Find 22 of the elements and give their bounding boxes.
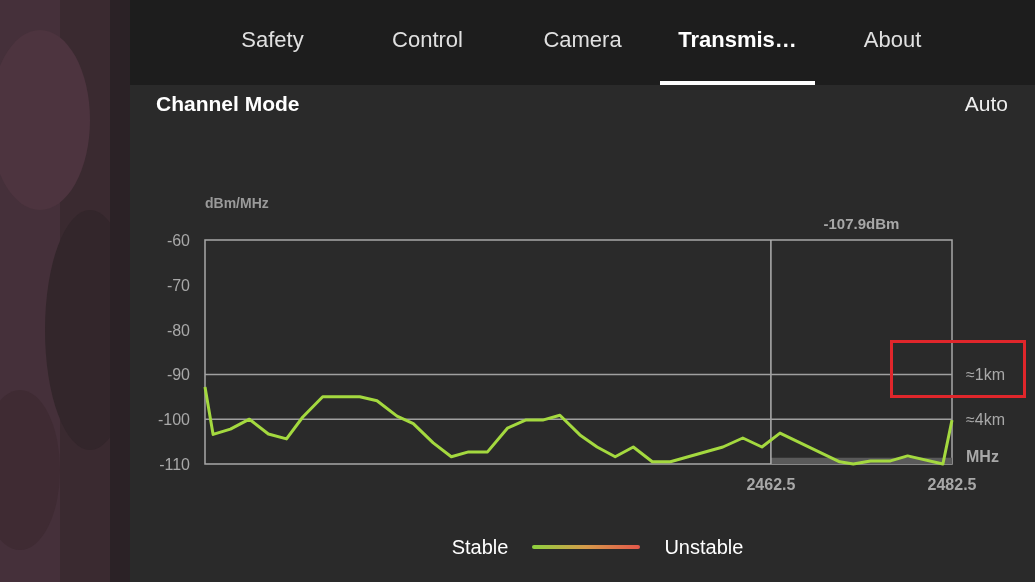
- axis-tick: -60: [166, 232, 190, 249]
- axis-tick: 2462.5: [746, 476, 796, 493]
- setting-label: Channel Mode: [156, 91, 300, 118]
- legend-label: Stable: [451, 535, 509, 560]
- tab[interactable]: Control: [350, 0, 505, 85]
- axis-tick: -80: [166, 321, 190, 339]
- tab[interactable]: Safety: [195, 0, 350, 85]
- setting-value[interactable]: Auto: [964, 88, 1008, 120]
- legend-label: Unstable: [664, 535, 744, 560]
- unit-label: MHz: [966, 448, 999, 465]
- tab[interactable]: About: [815, 0, 970, 85]
- axis-tick: -100: [157, 411, 190, 429]
- range-label: ≈4km: [966, 411, 1005, 429]
- axis-tick: -70: [166, 276, 190, 294]
- range-label: ≈1km: [966, 366, 1005, 384]
- tab[interactable]: Camera: [505, 0, 660, 85]
- tab[interactable]: Transmis…: [660, 0, 815, 85]
- axis-tick: -110: [159, 456, 190, 473]
- axis-tick: 2482.5: [927, 476, 977, 493]
- axis-label: dBm/MHz: [205, 195, 269, 211]
- reading-label: -107.9dBm: [823, 215, 900, 232]
- axis-tick: -90: [166, 366, 190, 384]
